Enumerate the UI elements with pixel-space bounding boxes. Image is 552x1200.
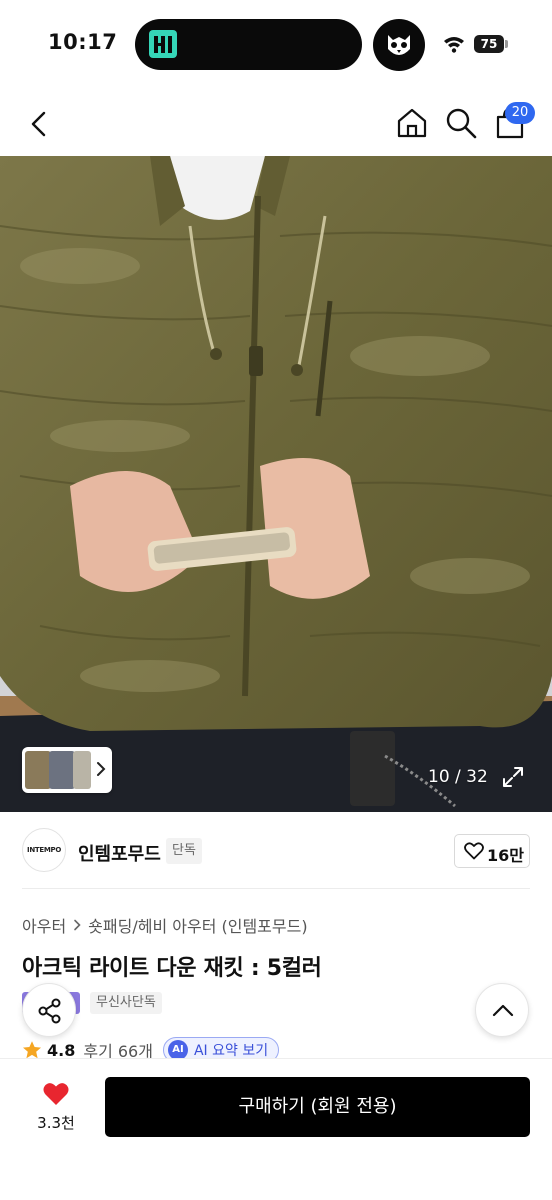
share-icon	[38, 998, 61, 1024]
bottom-action-bar: 3.3천 구매하기 (회원 전용)	[0, 1058, 552, 1200]
musinsa-exclusive-tag: 무신사단독	[90, 992, 162, 1014]
breadcrumb: 아우터 숏패딩/헤비 아우터 (인템포무드)	[22, 913, 308, 937]
chevron-up-icon	[492, 1004, 514, 1017]
thumbnail-1[interactable]	[25, 751, 51, 789]
battery-indicator: 75	[474, 35, 504, 53]
scroll-to-top-button[interactable]	[475, 983, 529, 1037]
back-icon[interactable]	[24, 108, 56, 140]
status-bar: 10:17 75	[0, 0, 552, 90]
image-counter: 10 / 32	[428, 767, 488, 787]
heart-filled-icon[interactable]	[42, 1081, 70, 1107]
home-icon[interactable]	[394, 105, 430, 141]
ai-icon: AI	[167, 1040, 188, 1060]
cart-count-badge: 20	[505, 102, 535, 124]
ai-summary-label: AI 요약 보기	[193, 1043, 269, 1059]
divider	[22, 888, 530, 889]
battery-nub	[505, 40, 508, 48]
brand-logo[interactable]: INTEMPO	[22, 828, 66, 872]
product-title: 아크틱 라이트 다운 재킷 : 5컬러	[22, 956, 322, 981]
owl-icon	[388, 35, 410, 55]
brand-exclusive-badge: 단독	[166, 838, 202, 864]
rating-value: 4.8	[47, 1040, 76, 1060]
breadcrumb-item-category[interactable]: 아우터	[22, 913, 66, 937]
thumbnail-strip[interactable]	[22, 747, 112, 793]
product-image[interactable]	[0, 156, 552, 812]
breadcrumb-item-subcategory[interactable]: 숏패딩/헤비 아우터 (인템포무드)	[88, 913, 307, 937]
buy-button[interactable]: 구매하기 (회원 전용)	[105, 1077, 530, 1137]
expand-icon[interactable]	[502, 766, 524, 788]
notification-bubble[interactable]	[373, 19, 425, 71]
thumbnail-2[interactable]	[49, 751, 75, 789]
brand-like-count: 16만	[487, 846, 524, 865]
chevron-right-icon	[97, 762, 106, 776]
brand-like-button[interactable]: 16만	[454, 834, 530, 868]
wishlist-count: 3.3천	[37, 1114, 75, 1132]
app-header: 20	[0, 96, 552, 152]
product-photo	[0, 156, 552, 812]
wifi-icon	[444, 37, 464, 53]
star-icon	[23, 1041, 41, 1059]
dynamic-island	[135, 19, 362, 70]
brand-name[interactable]: 인템포무드	[78, 840, 161, 866]
app-logo-icon	[149, 30, 177, 58]
heart-outline-icon	[464, 842, 484, 860]
share-button[interactable]	[22, 983, 76, 1037]
thumbnail-3[interactable]	[73, 751, 91, 789]
search-icon[interactable]	[443, 105, 479, 141]
chevron-right-icon	[74, 919, 81, 931]
status-time: 10:17	[48, 30, 118, 54]
